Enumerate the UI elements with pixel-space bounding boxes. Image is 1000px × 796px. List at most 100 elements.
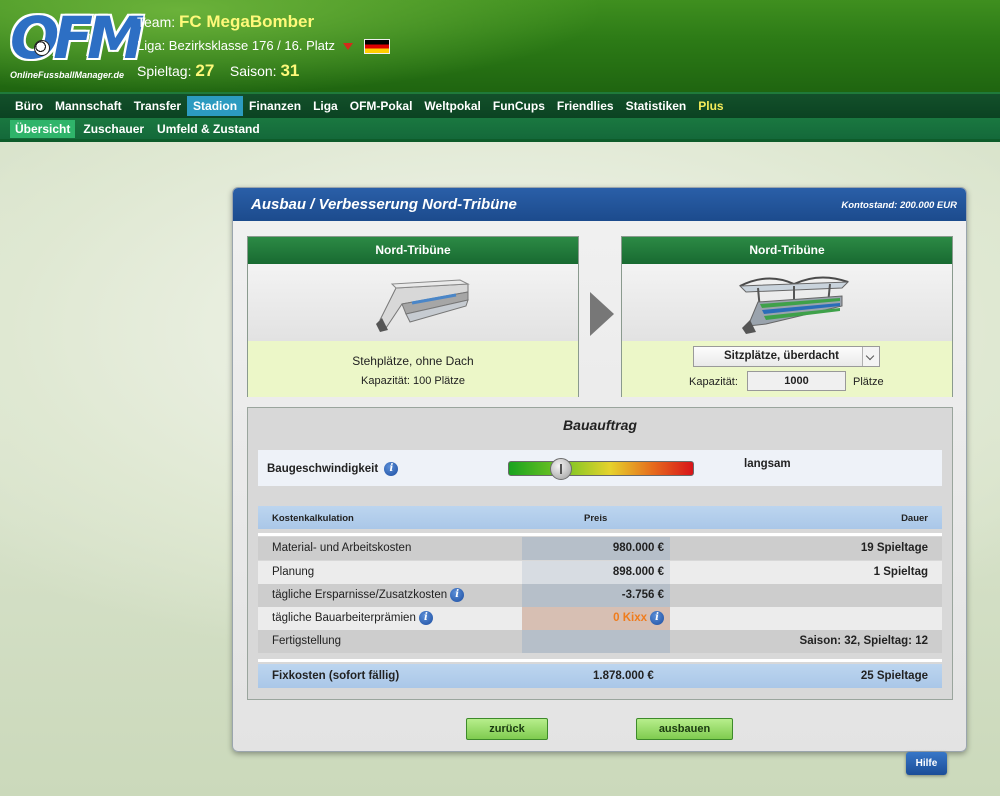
build-speed-label: Baugeschwindigkeit i — [267, 462, 399, 476]
cost-row-duration: Saison: 32, Spieltag: 12 — [670, 630, 942, 653]
slider-handle[interactable] — [550, 458, 573, 480]
current-stand-card: Nord-Tribüne Stehplätze, ohne Dach Kapaz… — [247, 236, 579, 397]
cost-row-label-text: Planung — [272, 566, 315, 578]
construction-order-box: Bauauftrag Baugeschwindigkeit i langsam … — [247, 407, 953, 700]
stand-type-select[interactable]: Sitzplätze, überdacht — [693, 346, 880, 367]
nav-item-statistiken[interactable]: Statistiken — [620, 96, 693, 116]
cost-col-price: Preis — [584, 513, 608, 524]
team-name[interactable]: FC MegaBomber — [179, 12, 314, 31]
total-label: Fixkosten (sofort fällig) — [272, 670, 400, 682]
divider — [258, 659, 942, 662]
nav-item-plus[interactable]: Plus — [692, 96, 729, 116]
nav-item-mannschaft[interactable]: Mannschaft — [49, 96, 128, 116]
cost-row-price-text: 898.000 € — [612, 566, 664, 578]
cost-row: Planung 898.000 € 1 Spieltag — [258, 561, 942, 584]
new-stand-info: Sitzplätze, überdacht Kapazität: 1000 Pl… — [622, 341, 952, 397]
new-stand-title: Nord-Tribüne — [622, 237, 952, 264]
nav-item-ofm-pokal[interactable]: OFM-Pokal — [344, 96, 419, 116]
cost-row-label-text: tägliche Bauarbeiterprämien — [272, 612, 416, 624]
panel-title: Ausbau / Verbesserung Nord-Tribüne — [251, 196, 517, 213]
cost-row-price — [522, 630, 670, 653]
cost-row-price: -3.756 € — [522, 584, 670, 607]
help-button[interactable]: Hilfe — [906, 752, 947, 775]
current-stand-type: Stehplätze, ohne Dach — [352, 354, 474, 368]
capacity-label: Kapazität: — [689, 376, 738, 388]
build-speed-row: Baugeschwindigkeit i langsam — [258, 450, 942, 486]
total-price: 1.878.000 € — [593, 670, 654, 682]
construction-order-title: Bauauftrag — [563, 417, 637, 433]
build-button[interactable]: ausbauen — [636, 718, 733, 740]
back-button[interactable]: zurück — [466, 718, 548, 740]
league-text[interactable]: Liga: Bezirksklasse 176 / 16. Platz — [137, 38, 335, 53]
team-label: Team: — [137, 14, 176, 30]
ofm-logo[interactable]: OFM OnlineFussballManager.de — [10, 4, 145, 84]
capacity-unit: Plätze — [853, 376, 884, 388]
new-stand-image — [622, 264, 952, 341]
nav-item-funcups[interactable]: FunCups — [487, 96, 551, 116]
cost-row-price: 898.000 € — [522, 561, 670, 584]
cost-row-label: Fertigstellung — [258, 630, 522, 653]
nav-item-büro[interactable]: Büro — [9, 96, 49, 116]
cost-row: Material- und Arbeitskosten 980.000 € 19 S… — [258, 537, 942, 560]
main-nav: Büro Mannschaft Transfer Stadion Finanzen Lig… — [0, 92, 1000, 118]
cost-row-price: 0 Kixx i — [522, 607, 670, 630]
cost-row-duration — [670, 607, 942, 630]
team-info: Team: FC MegaBomber — [137, 12, 314, 32]
subnav-item-zuschauer[interactable]: Zuschauer — [78, 120, 149, 138]
expansion-panel: Ausbau / Verbesserung Nord-Tribüne Konto… — [232, 187, 967, 752]
current-stand-info: Stehplätze, ohne Dach Kapazität: 100 Plä… — [248, 341, 578, 397]
cost-table-header: Kostenkalkulation Preis Dauer — [258, 506, 942, 529]
league-info: Liga: Bezirksklasse 176 / 16. Platz — [137, 38, 391, 55]
nav-item-finanzen[interactable]: Finanzen — [243, 96, 307, 116]
total-row: Fixkosten (sofort fällig) 1.878.000 € 25… — [258, 664, 942, 688]
info-icon[interactable]: i — [450, 587, 465, 602]
subnav-item-übersicht[interactable]: Übersicht — [10, 119, 76, 138]
matchday-info: Spieltag: 27 Saison: 31 — [137, 61, 299, 81]
arrow-right-icon — [590, 292, 614, 336]
subnav-item-umfeld-zustand[interactable]: Umfeld & Zustand — [152, 120, 265, 138]
cost-row-price-text: 980.000 € — [612, 542, 664, 554]
info-icon[interactable]: i — [418, 610, 433, 625]
nav-item-weltpokal[interactable]: Weltpokal — [418, 96, 486, 116]
nav-item-transfer[interactable]: Transfer — [128, 96, 187, 116]
cost-row: Fertigstellung Saison: 32, Spieltag: 12 — [258, 630, 942, 653]
cost-row-price-text: -3.756 € — [621, 589, 664, 601]
divider — [258, 533, 942, 536]
new-stand-card: Nord-Tribüne Sitzplätze, überdacht Kapaz… — [621, 236, 953, 397]
nav-item-stadion[interactable]: Stadion — [187, 96, 244, 116]
cost-row-label-text: Material- und Arbeitskosten — [272, 542, 412, 554]
current-stand-image — [248, 264, 578, 341]
cost-row-duration: 1 Spieltag — [670, 561, 942, 584]
season-value: 31 — [280, 61, 300, 80]
cost-row-duration: 19 Spieltage — [670, 537, 942, 560]
cost-row-label: Material- und Arbeitskosten — [258, 537, 522, 560]
capacity-input[interactable]: 1000 — [747, 371, 846, 391]
current-stand-title: Nord-Tribüne — [248, 237, 578, 264]
football-icon — [34, 40, 50, 56]
cost-row-label: tägliche Ersparnisse/Zusatzkosten i — [258, 584, 522, 607]
standing-terrace-icon — [376, 279, 470, 332]
logo-letters: OFM — [10, 4, 145, 72]
covered-grandstand-icon — [738, 276, 850, 334]
cost-row-label-text: Fertigstellung — [272, 635, 342, 647]
sub-nav: Übersicht Zuschauer Umfeld & Zustand — [0, 118, 1000, 142]
cost-row-label: Planung — [258, 561, 522, 584]
cost-col-label: Kostenkalkulation — [272, 513, 354, 524]
rank-down-icon — [342, 43, 353, 51]
build-speed-slider[interactable] — [508, 458, 694, 480]
total-duration: 25 Spieltage — [860, 670, 928, 682]
current-stand-capacity: Kapazität: 100 Plätze — [361, 375, 465, 387]
cost-row-label: tägliche Bauarbeiterprämien i — [258, 607, 522, 630]
chevron-down-icon[interactable] — [862, 347, 879, 366]
app-header: OFM OnlineFussballManager.de Team: FC Me… — [0, 0, 1000, 92]
cost-row-price-text: 0 Kixx — [613, 612, 647, 624]
info-icon[interactable]: i — [384, 462, 399, 476]
cost-row: tägliche Bauarbeiterprämien i 0 Kixx i — [258, 607, 942, 630]
nav-item-friendlies[interactable]: Friendlies — [551, 96, 620, 116]
info-icon[interactable]: i — [650, 610, 664, 625]
stand-type-selected: Sitzplätze, überdacht — [724, 350, 840, 362]
cost-row-price: 980.000 € — [522, 537, 670, 560]
nav-item-liga[interactable]: Liga — [307, 96, 344, 116]
cost-col-duration: Dauer — [901, 513, 928, 524]
panel-header: Ausbau / Verbesserung Nord-Tribüne Konto… — [233, 188, 966, 221]
